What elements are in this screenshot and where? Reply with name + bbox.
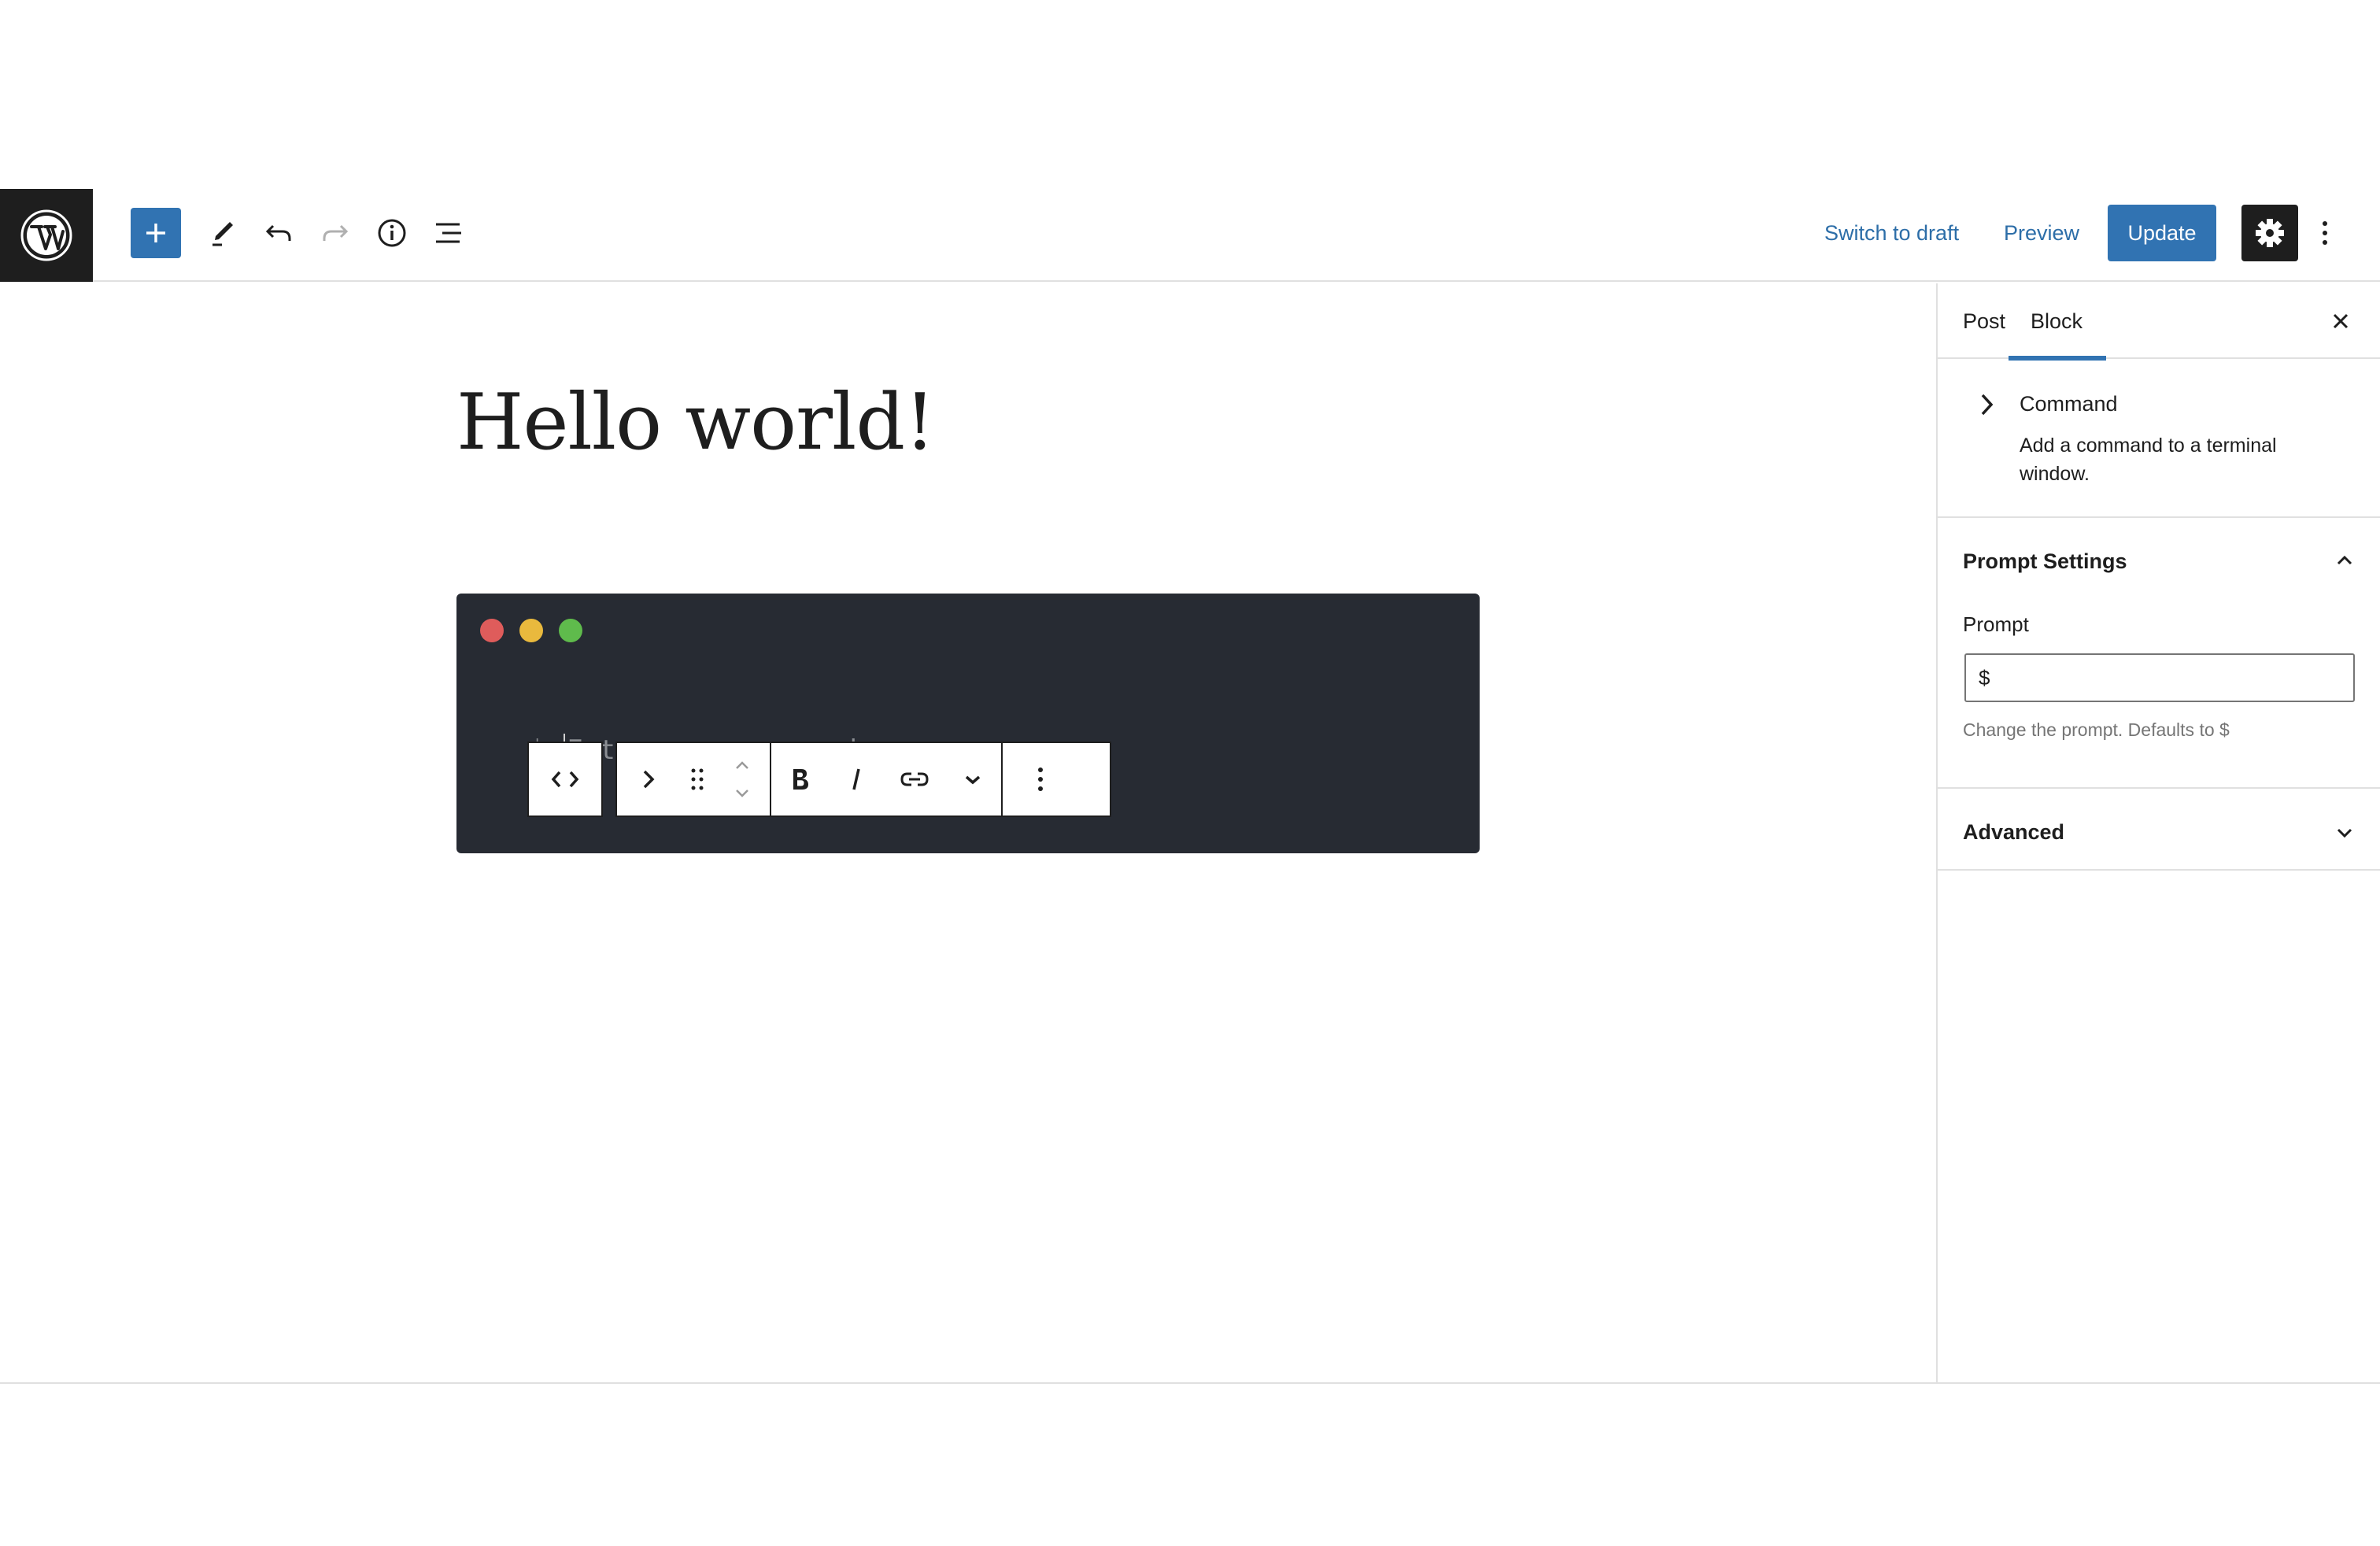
block-toolbar xyxy=(615,742,1111,817)
tab-post[interactable]: Post xyxy=(1963,283,2005,359)
bold-button[interactable] xyxy=(771,743,828,816)
pencil-icon xyxy=(213,222,233,246)
gear-icon xyxy=(2256,219,2284,247)
options-button[interactable] xyxy=(2306,205,2344,261)
more-formatting-button[interactable] xyxy=(944,743,1001,816)
prompt-field[interactable] xyxy=(1964,653,2355,702)
transform-button[interactable] xyxy=(617,743,680,816)
chevron-right-icon xyxy=(643,770,655,789)
wordpress-logo-icon[interactable] xyxy=(0,189,93,282)
minimize-window-dot xyxy=(519,619,543,642)
post-title[interactable]: Hello world! xyxy=(456,378,935,468)
undo-button[interactable] xyxy=(253,208,304,258)
code-icon xyxy=(551,771,579,788)
block-description: Add a command to a terminal window. xyxy=(2020,435,2277,485)
plus-icon xyxy=(146,224,165,242)
bold-icon xyxy=(793,769,808,790)
list-view-button[interactable] xyxy=(423,208,474,258)
move-up-down-icon xyxy=(736,761,748,797)
chevron-down-icon[interactable] xyxy=(2333,820,2356,844)
redo-button[interactable] xyxy=(310,208,360,258)
list-view-icon xyxy=(436,223,461,243)
italic-icon xyxy=(852,768,860,790)
block-options-button[interactable] xyxy=(1003,743,1078,816)
prompt-help-text: Change the prompt. Defaults to $ xyxy=(1963,719,2230,740)
block-card: Command Add a command to a terminal wind… xyxy=(1938,359,2380,518)
move-up-down-button[interactable] xyxy=(715,743,770,816)
switch-to-draft-button[interactable]: Switch to draft xyxy=(1824,211,1959,255)
more-vertical-icon xyxy=(2323,221,2327,245)
editor-canvas: Hello world! $ xyxy=(0,283,1936,1382)
update-button[interactable]: Update xyxy=(2108,205,2216,261)
settings-sidebar: Post Block Command Add a command to a te… xyxy=(1936,283,2380,1382)
redo-icon xyxy=(323,224,349,241)
maximize-window-dot xyxy=(559,619,582,642)
undo-icon xyxy=(265,224,291,241)
app: Switch to draft Preview Update Hello wor… xyxy=(0,0,2380,1546)
close-sidebar-button[interactable] xyxy=(2325,305,2356,337)
tools-button[interactable] xyxy=(197,208,247,258)
link-button[interactable] xyxy=(885,743,944,816)
close-window-dot xyxy=(480,619,504,642)
chevron-up-icon[interactable] xyxy=(2333,549,2356,573)
add-block-button[interactable] xyxy=(131,208,181,258)
details-button[interactable] xyxy=(367,208,417,258)
settings-button[interactable] xyxy=(2241,205,2298,261)
prompt-settings-toggle[interactable]: Prompt Settings xyxy=(1963,549,2127,574)
close-icon xyxy=(2333,313,2349,329)
editor-frame: Switch to draft Preview Update Hello wor… xyxy=(0,189,2380,1384)
drag-handle[interactable] xyxy=(680,743,715,816)
drag-handle-icon xyxy=(691,768,704,790)
more-vertical-icon xyxy=(1038,767,1043,791)
chevron-down-icon xyxy=(965,775,981,785)
editor-header: Switch to draft Preview Update xyxy=(0,189,2380,282)
info-icon xyxy=(378,219,406,247)
prompt-settings-panel: Prompt Settings Prompt Change the prompt… xyxy=(1938,518,2380,789)
preview-button[interactable]: Preview xyxy=(2004,211,2079,255)
sidebar-tabs: Post Block xyxy=(1938,283,2380,361)
link-icon xyxy=(900,772,929,786)
advanced-panel: Advanced xyxy=(1938,789,2380,871)
block-type-switcher[interactable] xyxy=(527,742,603,817)
block-name: Command xyxy=(2020,392,2118,416)
italic-button[interactable] xyxy=(828,743,885,816)
chevron-right-icon xyxy=(1981,394,1994,416)
tab-block[interactable]: Block xyxy=(2008,283,2107,361)
prompt-label: Prompt xyxy=(1963,612,2029,636)
advanced-toggle[interactable]: Advanced xyxy=(1963,820,2064,845)
